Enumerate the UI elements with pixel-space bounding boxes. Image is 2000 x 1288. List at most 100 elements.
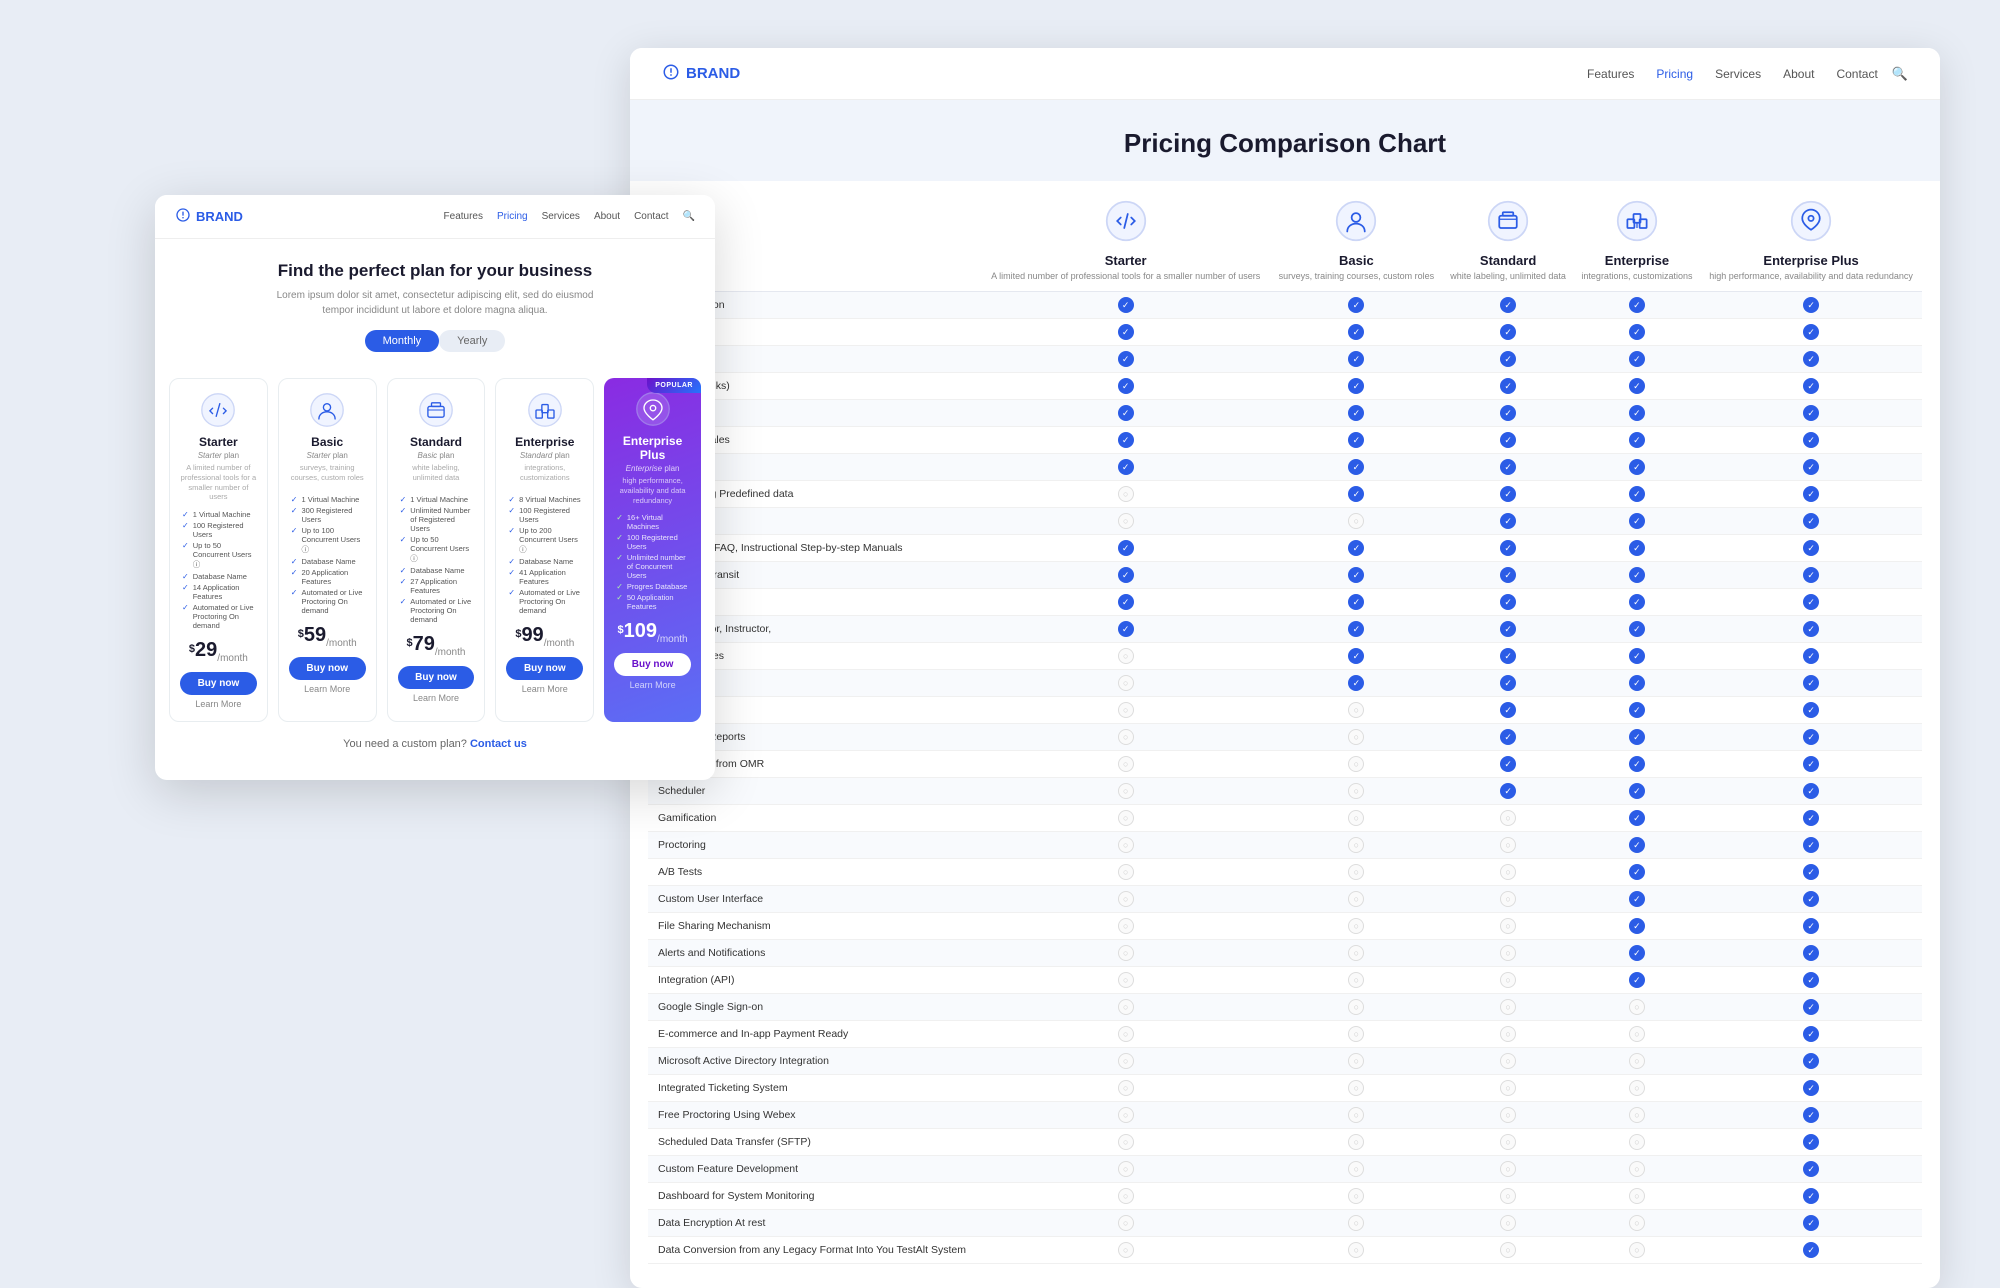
feature-cell: ✓ bbox=[1270, 615, 1442, 642]
feature-cell: ✓ bbox=[981, 318, 1270, 345]
buy-button[interactable]: Buy now bbox=[398, 666, 475, 689]
feature-cell: ○ bbox=[981, 1209, 1270, 1236]
monthly-toggle[interactable]: Monthly bbox=[365, 330, 440, 352]
plan-feature-item: Up to 100 Concurrent Users ⓘ bbox=[291, 526, 364, 555]
plan-feature-item: 14 Application Features bbox=[182, 583, 255, 601]
table-row: File Sharing Mechanism○○○✓✓ bbox=[648, 912, 1922, 939]
plan-feature-item: Database Name bbox=[291, 557, 364, 566]
feature-cell: ✓ bbox=[1574, 804, 1701, 831]
feature-cell: ✓ bbox=[1574, 831, 1701, 858]
plan-feature-item: 1 Virtual Machine bbox=[291, 495, 364, 504]
table-row: Session In-transit✓✓✓✓✓ bbox=[648, 561, 1922, 588]
yearly-toggle[interactable]: Yearly bbox=[439, 330, 505, 352]
plan-feature-item: 41 Application Features bbox=[508, 568, 581, 586]
enterprise-plus-plan-desc: high performance, availability and data … bbox=[1706, 271, 1916, 283]
feature-cell: ✓ bbox=[1700, 993, 1922, 1020]
front-nav-services[interactable]: Services bbox=[542, 211, 580, 222]
front-nav-search-icon[interactable]: 🔍 bbox=[683, 211, 695, 222]
plan-type: Basic plan bbox=[398, 451, 475, 460]
feature-cell: ✓ bbox=[981, 588, 1270, 615]
nav-services[interactable]: Services bbox=[1715, 67, 1761, 81]
feature-cell: ○ bbox=[1574, 1182, 1701, 1209]
front-nav-features[interactable]: Features bbox=[444, 211, 483, 222]
feature-cell: ✓ bbox=[1443, 345, 1574, 372]
starter-plan-desc: A limited number of professional tools f… bbox=[987, 271, 1264, 283]
front-nav-pricing[interactable]: Pricing bbox=[497, 211, 528, 222]
basic-plan-desc: surveys, training courses, custom roles bbox=[1276, 271, 1436, 283]
feature-cell: ○ bbox=[981, 1020, 1270, 1047]
plan-name: Standard bbox=[398, 435, 475, 449]
feature-cell: ○ bbox=[981, 1236, 1270, 1263]
feature-cell: ✓ bbox=[1700, 642, 1922, 669]
feature-cell: ✓ bbox=[1574, 966, 1701, 993]
feature-cell: ✓ bbox=[1700, 480, 1922, 507]
feature-cell: ○ bbox=[1443, 1155, 1574, 1182]
buy-button[interactable]: Buy now bbox=[506, 657, 583, 680]
nav-features[interactable]: Features bbox=[1587, 67, 1634, 81]
feature-cell: ✓ bbox=[1270, 399, 1442, 426]
feature-cell: ○ bbox=[1270, 507, 1442, 534]
nav-contact[interactable]: Contact bbox=[1836, 67, 1877, 81]
buy-button[interactable]: Buy now bbox=[289, 657, 366, 680]
feature-cell: ✓ bbox=[1574, 345, 1701, 372]
table-row: Export using Predefined data○✓✓✓✓ bbox=[648, 480, 1922, 507]
feature-cell: ○ bbox=[1443, 885, 1574, 912]
search-icon[interactable]: 🔍 bbox=[1892, 66, 1908, 82]
table-row: Gradebook○○✓✓✓ bbox=[648, 507, 1922, 534]
table-row: Microsoft Active Directory Integration○○… bbox=[648, 1047, 1922, 1074]
feature-cell: ✓ bbox=[1443, 777, 1574, 804]
plan-feature-item: 1 Virtual Machine bbox=[182, 510, 255, 519]
feature-cell: ✓ bbox=[1574, 939, 1701, 966]
plan-feature-item: Up to 200 Concurrent Users ⓘ bbox=[508, 526, 581, 555]
table-row: A/B Tests○○○✓✓ bbox=[648, 858, 1922, 885]
learn-more-link[interactable]: Learn More bbox=[180, 699, 257, 709]
feature-cell: ○ bbox=[981, 642, 1270, 669]
front-nav: BRAND Features Pricing Services About Co… bbox=[155, 195, 715, 239]
learn-more-link[interactable]: Learn More bbox=[506, 684, 583, 694]
front-nav-about[interactable]: About bbox=[594, 211, 620, 222]
feature-cell: ✓ bbox=[1574, 615, 1701, 642]
learn-more-link[interactable]: Learn More bbox=[398, 693, 475, 703]
table-row: Courses○✓✓✓✓ bbox=[648, 669, 1922, 696]
feature-cell: ✓ bbox=[1270, 345, 1442, 372]
feature-cell: ○ bbox=[1270, 750, 1442, 777]
feature-cell: ○ bbox=[981, 1101, 1270, 1128]
feature-cell: ○ bbox=[1270, 777, 1442, 804]
plan-header-basic: Basic surveys, training courses, custom … bbox=[1270, 181, 1442, 291]
table-row: Google Single Sign-on○○○○✓ bbox=[648, 993, 1922, 1020]
starter-plan-name: Starter bbox=[987, 253, 1264, 268]
enterprise-plus-plan-name: Enterprise Plus bbox=[1706, 253, 1916, 268]
feature-cell: ✓ bbox=[1700, 1074, 1922, 1101]
feature-cell: ✓ bbox=[1443, 669, 1574, 696]
feature-cell: ✓ bbox=[1574, 777, 1701, 804]
nav-about[interactable]: About bbox=[1783, 67, 1814, 81]
enterprise-card-icon bbox=[526, 391, 564, 429]
plan-price: $59/month bbox=[289, 625, 366, 649]
starter-card-icon bbox=[199, 391, 237, 429]
feature-cell: ✓ bbox=[981, 426, 1270, 453]
learn-more-link[interactable]: Learn More bbox=[289, 684, 366, 694]
feature-cell: ✓ bbox=[981, 615, 1270, 642]
table-row: Administrator, Instructor,✓✓✓✓✓ bbox=[648, 615, 1922, 642]
table-row: Reports○○✓✓✓ bbox=[648, 696, 1922, 723]
feature-cell: ✓ bbox=[1700, 1155, 1922, 1182]
feature-cell: ○ bbox=[981, 669, 1270, 696]
feature-cell: ○ bbox=[981, 831, 1270, 858]
plan-desc: white labeling, unlimited data bbox=[398, 463, 475, 487]
learn-more-link[interactable]: Learn More bbox=[614, 680, 691, 690]
custom-plan-link[interactable]: Contact us bbox=[470, 738, 527, 750]
plan-feature-item: Up to 50 Concurrent Users ⓘ bbox=[182, 541, 255, 570]
plan-price: $79/month bbox=[398, 634, 475, 658]
buy-button[interactable]: Buy now bbox=[614, 653, 691, 676]
starter-icon bbox=[1100, 195, 1152, 247]
feature-cell: ✓ bbox=[1443, 534, 1574, 561]
enterprise-plan-name: Enterprise bbox=[1580, 253, 1695, 268]
nav-pricing[interactable]: Pricing bbox=[1656, 67, 1693, 81]
plan-card-basic: BasicStarter plansurveys, training cours… bbox=[278, 378, 377, 722]
feature-cell: ✓ bbox=[1574, 912, 1701, 939]
plan-type: Starter plan bbox=[289, 451, 366, 460]
buy-button[interactable]: Buy now bbox=[180, 672, 257, 695]
front-nav-contact[interactable]: Contact bbox=[634, 211, 668, 222]
basic-card-icon bbox=[308, 391, 346, 429]
feature-cell: ○ bbox=[1270, 912, 1442, 939]
